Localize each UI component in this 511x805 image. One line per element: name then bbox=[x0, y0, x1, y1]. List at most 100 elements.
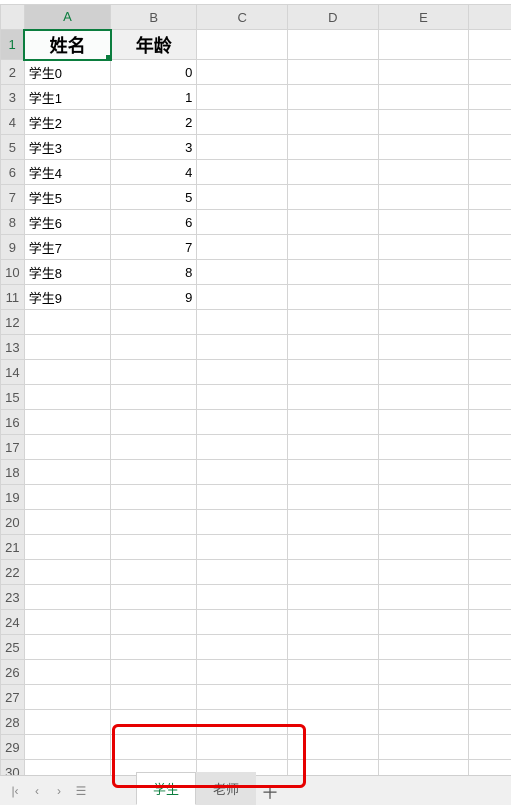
row-header[interactable]: 7 bbox=[1, 185, 25, 210]
row-header[interactable]: 8 bbox=[1, 210, 25, 235]
cell[interactable]: 2 bbox=[111, 110, 197, 135]
cell[interactable] bbox=[378, 110, 469, 135]
cell[interactable] bbox=[24, 335, 110, 360]
cell[interactable] bbox=[197, 310, 288, 335]
cell[interactable] bbox=[197, 135, 288, 160]
cell[interactable] bbox=[197, 385, 288, 410]
cell[interactable] bbox=[288, 110, 379, 135]
cell[interactable] bbox=[469, 535, 511, 560]
row-header[interactable]: 14 bbox=[1, 360, 25, 385]
row-header[interactable]: 1 bbox=[1, 30, 25, 60]
cell[interactable] bbox=[197, 360, 288, 385]
cell[interactable] bbox=[197, 185, 288, 210]
cell[interactable] bbox=[288, 685, 379, 710]
column-header-F[interactable]: F bbox=[469, 5, 511, 30]
cell[interactable] bbox=[24, 685, 110, 710]
cell[interactable] bbox=[288, 360, 379, 385]
cell[interactable] bbox=[378, 435, 469, 460]
sheet-tab-teachers[interactable]: 老师 bbox=[196, 772, 256, 805]
cell[interactable] bbox=[378, 135, 469, 160]
sheet-tab-students[interactable]: 学生 bbox=[136, 772, 196, 805]
cell[interactable] bbox=[469, 310, 511, 335]
cell[interactable] bbox=[469, 360, 511, 385]
cell[interactable] bbox=[378, 660, 469, 685]
cell[interactable] bbox=[469, 110, 511, 135]
cell[interactable] bbox=[378, 710, 469, 735]
row-header[interactable]: 21 bbox=[1, 535, 25, 560]
cell[interactable]: 3 bbox=[111, 135, 197, 160]
row-header[interactable]: 6 bbox=[1, 160, 25, 185]
cell[interactable]: 4 bbox=[111, 160, 197, 185]
select-all-corner[interactable] bbox=[1, 5, 25, 30]
cell[interactable]: 1 bbox=[111, 85, 197, 110]
cell[interactable] bbox=[469, 560, 511, 585]
cell[interactable] bbox=[111, 685, 197, 710]
nav-first-icon[interactable]: |‹ bbox=[6, 782, 24, 800]
cell[interactable] bbox=[197, 335, 288, 360]
cell-B1[interactable]: 年龄 bbox=[111, 30, 197, 60]
cell[interactable] bbox=[469, 610, 511, 635]
row-header[interactable]: 20 bbox=[1, 510, 25, 535]
cell[interactable] bbox=[111, 585, 197, 610]
cell[interactable] bbox=[288, 85, 379, 110]
row-header[interactable]: 11 bbox=[1, 285, 25, 310]
cell[interactable] bbox=[24, 460, 110, 485]
column-header-C[interactable]: C bbox=[197, 5, 288, 30]
column-header-E[interactable]: E bbox=[378, 5, 469, 30]
cell[interactable]: 学生7 bbox=[24, 235, 110, 260]
cell[interactable] bbox=[378, 385, 469, 410]
cell[interactable]: 5 bbox=[111, 185, 197, 210]
cell[interactable] bbox=[378, 310, 469, 335]
cell[interactable]: 学生3 bbox=[24, 135, 110, 160]
nav-list-icon[interactable]: ☰ bbox=[72, 782, 90, 800]
cell[interactable] bbox=[378, 585, 469, 610]
cell[interactable] bbox=[469, 60, 511, 85]
cell[interactable] bbox=[288, 285, 379, 310]
cell[interactable] bbox=[24, 485, 110, 510]
cell[interactable] bbox=[288, 585, 379, 610]
cell[interactable]: 学生4 bbox=[24, 160, 110, 185]
cell[interactable] bbox=[469, 260, 511, 285]
row-header[interactable]: 2 bbox=[1, 60, 25, 85]
cell[interactable] bbox=[24, 635, 110, 660]
cell[interactable] bbox=[111, 485, 197, 510]
row-header[interactable]: 25 bbox=[1, 635, 25, 660]
row-header[interactable]: 4 bbox=[1, 110, 25, 135]
cell[interactable] bbox=[24, 585, 110, 610]
cell[interactable] bbox=[197, 485, 288, 510]
cell[interactable] bbox=[288, 235, 379, 260]
cell[interactable] bbox=[378, 335, 469, 360]
cell[interactable] bbox=[288, 560, 379, 585]
cell-A1[interactable]: 姓名 bbox=[24, 30, 110, 60]
cell[interactable] bbox=[197, 660, 288, 685]
cell[interactable] bbox=[111, 360, 197, 385]
cell[interactable] bbox=[469, 585, 511, 610]
nav-prev-icon[interactable]: ‹ bbox=[28, 782, 46, 800]
spreadsheet-grid[interactable]: ABCDEF1姓名年龄2学生003学生114学生225学生336学生447学生5… bbox=[0, 4, 511, 786]
cell[interactable] bbox=[469, 685, 511, 710]
cell[interactable] bbox=[24, 410, 110, 435]
cell[interactable]: 9 bbox=[111, 285, 197, 310]
cell[interactable] bbox=[288, 610, 379, 635]
cell[interactable] bbox=[378, 160, 469, 185]
cell[interactable] bbox=[197, 60, 288, 85]
cell[interactable] bbox=[288, 410, 379, 435]
cell[interactable] bbox=[378, 735, 469, 760]
cell[interactable] bbox=[24, 710, 110, 735]
cell[interactable] bbox=[469, 435, 511, 460]
cell[interactable] bbox=[288, 510, 379, 535]
cell[interactable] bbox=[288, 535, 379, 560]
cell[interactable] bbox=[24, 610, 110, 635]
cell[interactable] bbox=[24, 310, 110, 335]
cell[interactable] bbox=[469, 485, 511, 510]
cell[interactable]: 学生6 bbox=[24, 210, 110, 235]
cell[interactable] bbox=[469, 385, 511, 410]
cell[interactable]: 学生2 bbox=[24, 110, 110, 135]
cell[interactable] bbox=[378, 535, 469, 560]
cell[interactable] bbox=[288, 385, 379, 410]
cell[interactable] bbox=[469, 85, 511, 110]
cell[interactable] bbox=[469, 660, 511, 685]
cell[interactable]: 6 bbox=[111, 210, 197, 235]
cell[interactable]: 8 bbox=[111, 260, 197, 285]
cell[interactable] bbox=[197, 735, 288, 760]
